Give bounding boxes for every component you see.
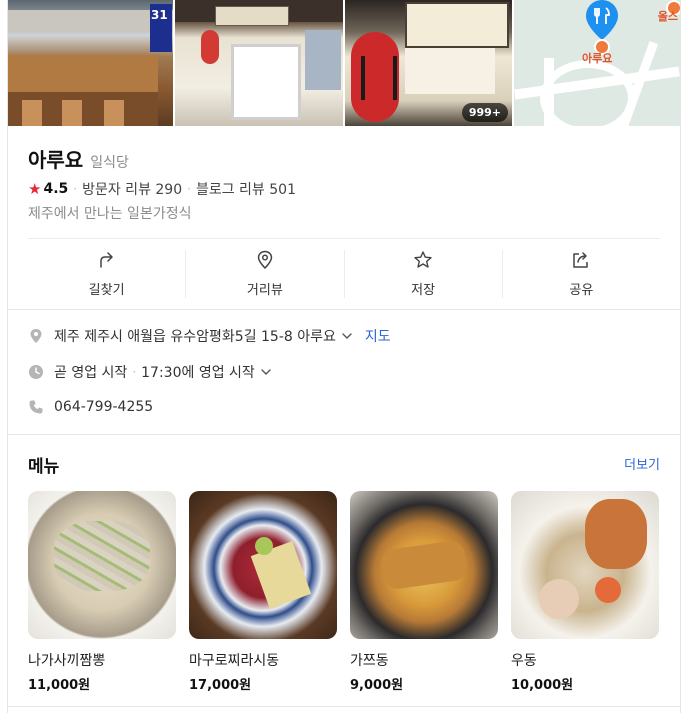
separator-dot: · xyxy=(187,182,191,196)
menu-item[interactable]: 나가사끼짬뽕 11,000원 xyxy=(28,491,176,693)
directions-button[interactable]: 길찾기 xyxy=(28,250,187,298)
menu-item-price: 11,000원 xyxy=(28,678,91,693)
map-place-label: 아루요 xyxy=(582,52,613,65)
rating-star-icon: ★ xyxy=(28,180,42,198)
rating-value: 4.5 xyxy=(43,181,69,197)
menu-item[interactable]: 가쯔동 9,000원 xyxy=(350,491,498,693)
section-divider xyxy=(8,434,680,435)
photo-interior[interactable]: 31 xyxy=(8,0,173,126)
address-text: 제주 제주시 애월읍 유수암평화5길 15-8 아루요 xyxy=(54,329,336,345)
phone-row: 064-799-4255 xyxy=(28,399,153,415)
share-icon xyxy=(573,252,589,268)
menu-item[interactable]: 마구로찌라시동 17,000원 xyxy=(189,491,337,693)
blog-reviews-link[interactable]: 블로그 리뷰 501 xyxy=(196,179,296,199)
photo-count-badge: 999+ xyxy=(461,103,508,122)
share-button[interactable]: 공유 xyxy=(503,250,660,298)
menu-item-name: 나가사끼짬뽕 xyxy=(28,653,106,669)
map-nearby-label: 올스 xyxy=(657,10,678,23)
menu-photo[interactable] xyxy=(28,491,176,639)
menu-more-link[interactable]: 더보기 xyxy=(624,454,660,473)
menu-item-price: 9,000원 xyxy=(350,678,404,693)
menu-item-name: 우동 xyxy=(511,653,537,669)
separator-dot: · xyxy=(73,182,78,196)
map-link[interactable]: 지도 xyxy=(365,326,391,346)
star-icon xyxy=(414,251,432,268)
visitor-reviews-link[interactable]: 방문자 리뷰 290 xyxy=(82,179,182,199)
place-category: 일식당 xyxy=(90,155,129,171)
menu-item-name: 가쯔동 xyxy=(350,653,389,669)
hours-status: 곧 영업 시작 xyxy=(54,365,128,381)
hours-row: 곧 영업 시작 · 17:30에 영업 시작 xyxy=(28,362,272,382)
photo-gallery: 31 999+ 아루요 올스 xyxy=(8,0,680,126)
separator-dot: · xyxy=(132,365,137,379)
section-divider xyxy=(8,706,680,707)
save-button[interactable]: 저장 xyxy=(345,250,503,298)
share-label: 공유 xyxy=(569,283,594,298)
place-description: 제주에서 만나는 일본가정식 xyxy=(28,206,192,222)
menu-section-title: 메뉴 xyxy=(28,457,60,477)
chevron-down-icon[interactable] xyxy=(341,330,353,342)
divider xyxy=(28,238,660,239)
hours-detail: 17:30에 영업 시작 xyxy=(141,365,255,381)
address-row: 제주 제주시 애월읍 유수암평화5길 15-8 아루요 지도 xyxy=(28,326,391,346)
place-header: 아루요 일식당 xyxy=(28,144,129,173)
street-view-label: 거리뷰 xyxy=(246,283,283,298)
menu-photo[interactable] xyxy=(350,491,498,639)
street-view-button[interactable]: 거리뷰 xyxy=(186,250,345,298)
rating-row: ★ 4.5 · 방문자 리뷰 290 · 블로그 리뷰 501 xyxy=(28,179,296,199)
location-pin-icon xyxy=(257,250,273,270)
section-divider xyxy=(8,309,680,310)
phone-icon xyxy=(29,400,43,414)
action-bar: 길찾기 거리뷰 저장 공유 xyxy=(28,240,660,308)
chevron-down-icon[interactable] xyxy=(260,366,272,378)
menu-item-name: 마구로찌라시동 xyxy=(189,653,280,669)
map-thumbnail[interactable]: 아루요 올스 xyxy=(514,0,680,126)
map-pin-icon xyxy=(586,0,618,40)
menu-item-price: 10,000원 xyxy=(511,678,574,693)
menu-photo[interactable] xyxy=(189,491,337,639)
save-label: 저장 xyxy=(411,283,436,298)
location-pin-icon xyxy=(30,329,42,343)
directions-label: 길찾기 xyxy=(88,283,125,298)
menu-item-price: 17,000원 xyxy=(189,678,252,693)
photo-exterior[interactable] xyxy=(175,0,343,126)
directions-icon xyxy=(99,252,113,268)
menu-item[interactable]: 우동 10,000원 xyxy=(511,491,659,693)
menu-photo[interactable] xyxy=(511,491,659,639)
place-card: 31 999+ 아루요 올스 아루요 일식당 ★ 4.5 · 방문자 리뷰 29… xyxy=(7,0,681,713)
menu-list: 나가사끼짬뽕 11,000원 마구로찌라시동 17,000원 가쯔동 9,000… xyxy=(28,491,668,701)
place-name: 아루요 xyxy=(28,148,84,172)
photo-lantern[interactable]: 999+ xyxy=(345,0,512,126)
phone-number[interactable]: 064-799-4255 xyxy=(54,399,153,415)
clock-icon xyxy=(29,365,43,379)
